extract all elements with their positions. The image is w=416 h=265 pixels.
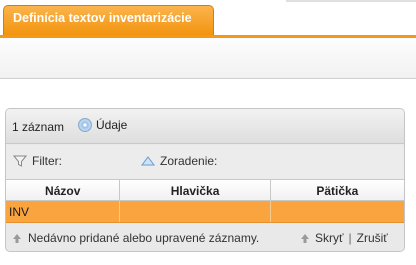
filter-bar: Filter: Zoradenie: [6,145,404,179]
filter-button[interactable]: Filter: [13,154,62,168]
tab-inventory-texts[interactable]: Definícia textov inventarizácie [3,5,214,35]
arrow-up-icon [13,233,21,243]
cell-header [120,201,271,222]
footer-links: Skryť | Zrušiť [300,231,388,245]
recent-text: Nedávno pridané alebo upravené záznamy. [28,231,260,245]
record-count: 1 záznam [12,120,65,134]
data-button[interactable]: Údaje [78,118,127,132]
table-header: Názov Hlavička Pätička [6,179,404,201]
funnel-icon [13,155,27,167]
cancel-link[interactable]: Zrušiť [357,231,388,245]
panel-header: 1 záznam Údaje [6,109,404,144]
column-header-name[interactable]: Názov [6,180,121,200]
column-header-footer[interactable]: Pätička [271,180,404,200]
records-panel: 1 záznam Údaje Filter: Zoradenie: Názov … [5,108,405,252]
column-header-header[interactable]: Hlavička [120,180,271,200]
panel-footer: Nedávno pridané alebo upravené záznamy. … [6,223,404,251]
sort-button[interactable]: Zoradenie: [141,154,217,168]
disk-icon [78,118,92,132]
sort-label: Zoradenie: [160,154,218,168]
tab-bar: Definícia textov inventarizácie [0,0,416,38]
sort-triangle-icon [141,156,155,166]
recent-records-toggle[interactable]: Nedávno pridané alebo upravené záznamy. [12,231,259,245]
arrow-up-icon [301,233,309,243]
table-row[interactable]: INV [6,201,404,223]
hide-link[interactable]: Skryť [315,231,344,245]
data-label: Údaje [96,118,128,132]
filter-label: Filter: [32,154,62,168]
divider [286,0,416,2]
tab-label: Definícia textov inventarizácie [13,11,192,25]
link-separator: | [348,231,352,245]
cell-footer [271,201,404,222]
toolbar [0,38,416,79]
cell-name: INV [6,201,121,222]
